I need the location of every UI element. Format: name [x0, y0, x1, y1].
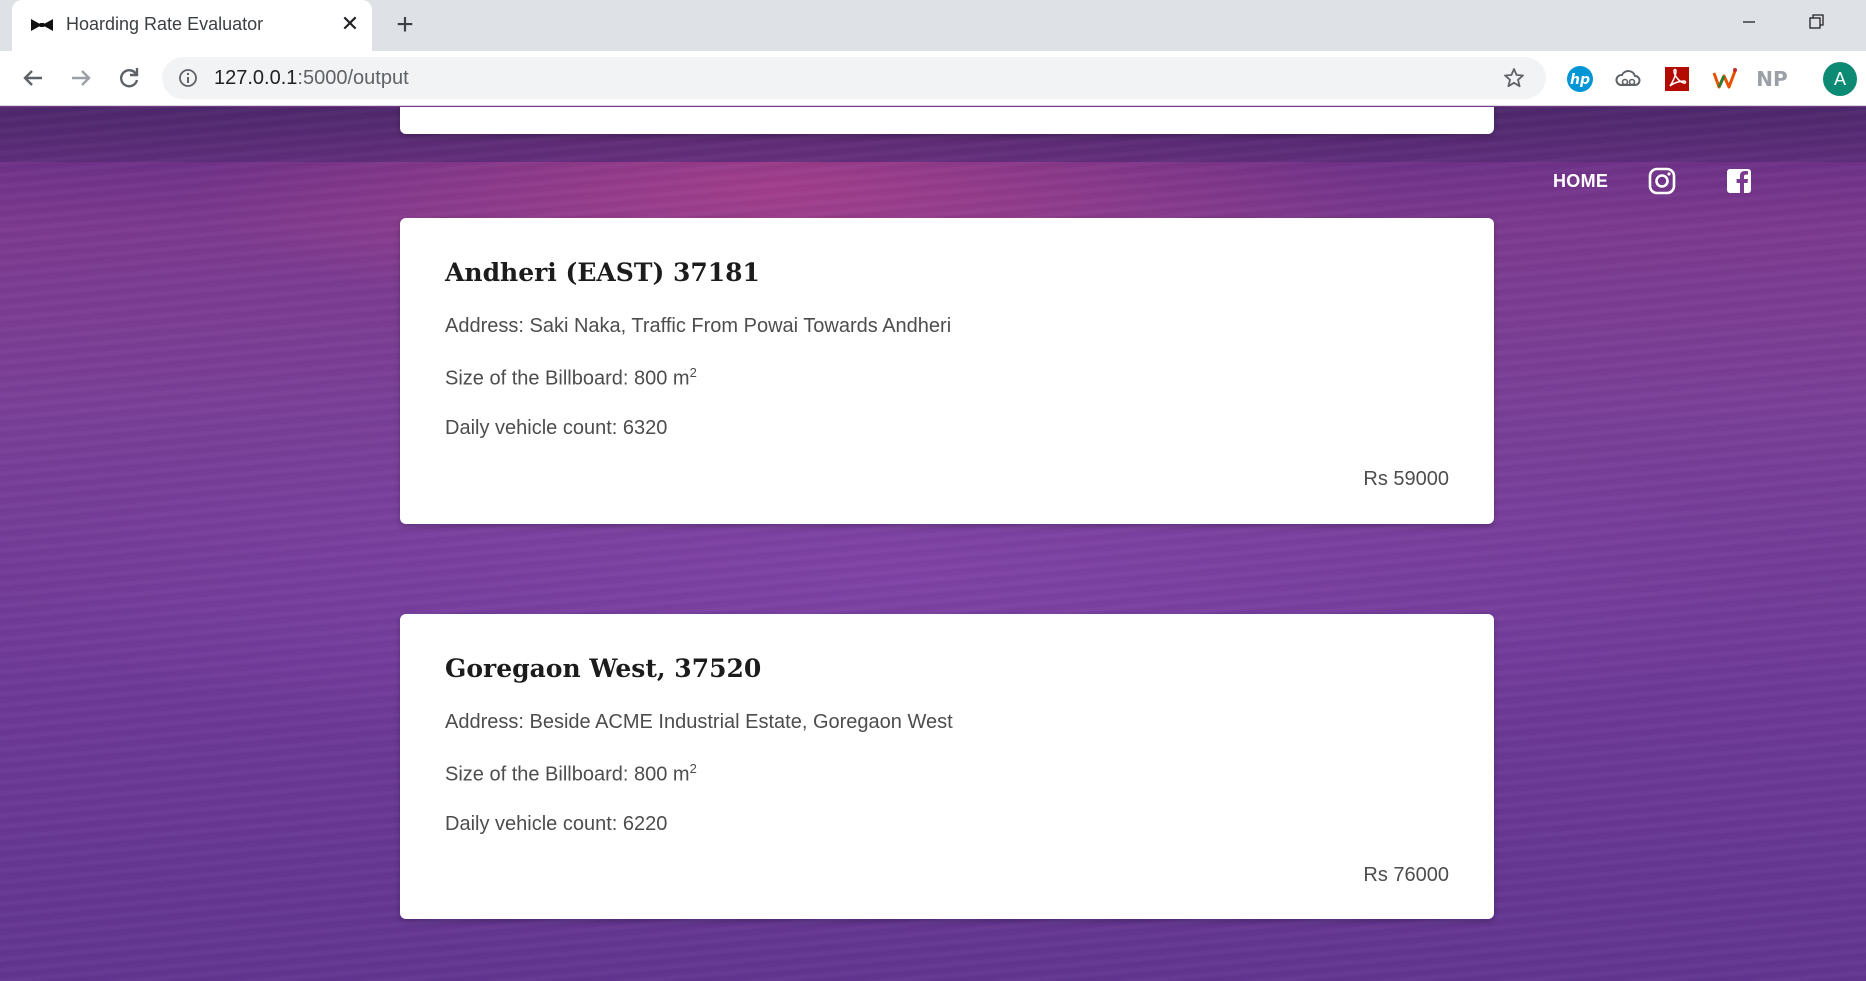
minimize-icon[interactable]: [1729, 8, 1769, 36]
facebook-icon[interactable]: [1724, 166, 1754, 196]
listing-address: Address: Beside ACME Industrial Estate, …: [445, 711, 953, 734]
size-label: Size of the Billboard:: [445, 367, 634, 390]
listing-size: Size of the Billboard: 800 m2: [445, 365, 697, 391]
count-label: Daily vehicle count:: [445, 813, 623, 835]
url-text[interactable]: 127.0.0.1:5000/output: [214, 67, 409, 90]
hp-extension-icon[interactable]: hp: [1565, 64, 1595, 94]
forward-arrow-icon[interactable]: [66, 63, 96, 93]
acrobat-icon: [1665, 67, 1689, 91]
count-label: Daily vehicle count:: [445, 417, 623, 439]
nav-home-link[interactable]: HOME: [1553, 171, 1608, 192]
size-value: 800 m: [634, 763, 690, 786]
np-extension-icon[interactable]: NP: [1756, 64, 1787, 94]
url-path: :5000/output: [297, 67, 409, 89]
page-viewport[interactable]: HOME Andheri (EAST) 37181 Address: Saki …: [0, 107, 1866, 981]
listing-price: Rs 76000: [1363, 864, 1449, 886]
hp-logo-icon: hp: [1567, 66, 1593, 92]
browser-toolbar: 127.0.0.1:5000/output hp NP A: [0, 51, 1866, 106]
pdf-extension-icon[interactable]: [1662, 64, 1692, 94]
address-bar[interactable]: 127.0.0.1:5000/output: [162, 57, 1546, 99]
address-value: Saki Naka, Traffic From Powai Towards An…: [529, 315, 952, 337]
size-label: Size of the Billboard:: [445, 763, 634, 786]
back-arrow-icon[interactable]: [18, 63, 48, 93]
listing-price: Rs 59000: [1363, 468, 1449, 490]
new-tab-button[interactable]: +: [390, 10, 420, 40]
address-label: Address:: [445, 711, 530, 733]
cloud-icon: [1615, 70, 1641, 86]
svg-text:hp: hp: [1570, 72, 1590, 88]
instagram-icon[interactable]: [1647, 166, 1677, 196]
listing-card: Andheri (EAST) 37181 Address: Saki Naka,…: [400, 218, 1494, 524]
info-icon[interactable]: [178, 68, 198, 88]
listing-vehicle-count: Daily vehicle count: 6220: [445, 813, 667, 836]
w-logo-icon: [1712, 68, 1737, 89]
listing-size: Size of the Billboard: 800 m2: [445, 761, 697, 787]
reload-icon[interactable]: [114, 63, 144, 93]
url-host: 127.0.0.1: [214, 67, 298, 89]
listing-vehicle-count: Daily vehicle count: 6320: [445, 417, 667, 440]
address-value: Beside ACME Industrial Estate, Goregaon …: [529, 711, 953, 733]
cloud-extension-icon[interactable]: [1613, 64, 1643, 94]
count-value: 6320: [622, 417, 668, 439]
bookmark-star-icon[interactable]: [1502, 66, 1526, 90]
listing-address: Address: Saki Naka, Traffic From Powai T…: [445, 315, 951, 338]
bowtie-icon: [31, 19, 53, 31]
restore-window-icon[interactable]: [1796, 8, 1836, 36]
listing-card: Goregaon West, 37520 Address: Beside ACM…: [400, 614, 1494, 919]
listing-title: Andheri (EAST) 37181: [445, 258, 760, 287]
listing-title: Goregaon West, 37520: [445, 654, 762, 683]
size-exponent: 2: [689, 365, 697, 380]
count-value: 6220: [622, 813, 668, 835]
address-label: Address:: [445, 315, 530, 337]
tab-title: Hoarding Rate Evaluator: [66, 14, 264, 34]
size-exponent: 2: [689, 761, 697, 776]
wps-extension-icon[interactable]: [1710, 64, 1740, 94]
browser-tab-strip: Hoarding Rate Evaluator ✕ +: [0, 0, 1866, 51]
profile-avatar[interactable]: A: [1823, 62, 1857, 96]
listing-card-partial: [400, 107, 1494, 134]
browser-tab[interactable]: Hoarding Rate Evaluator ✕: [12, 0, 372, 51]
close-tab-icon[interactable]: ✕: [338, 12, 362, 36]
size-value: 800 m: [634, 367, 690, 390]
